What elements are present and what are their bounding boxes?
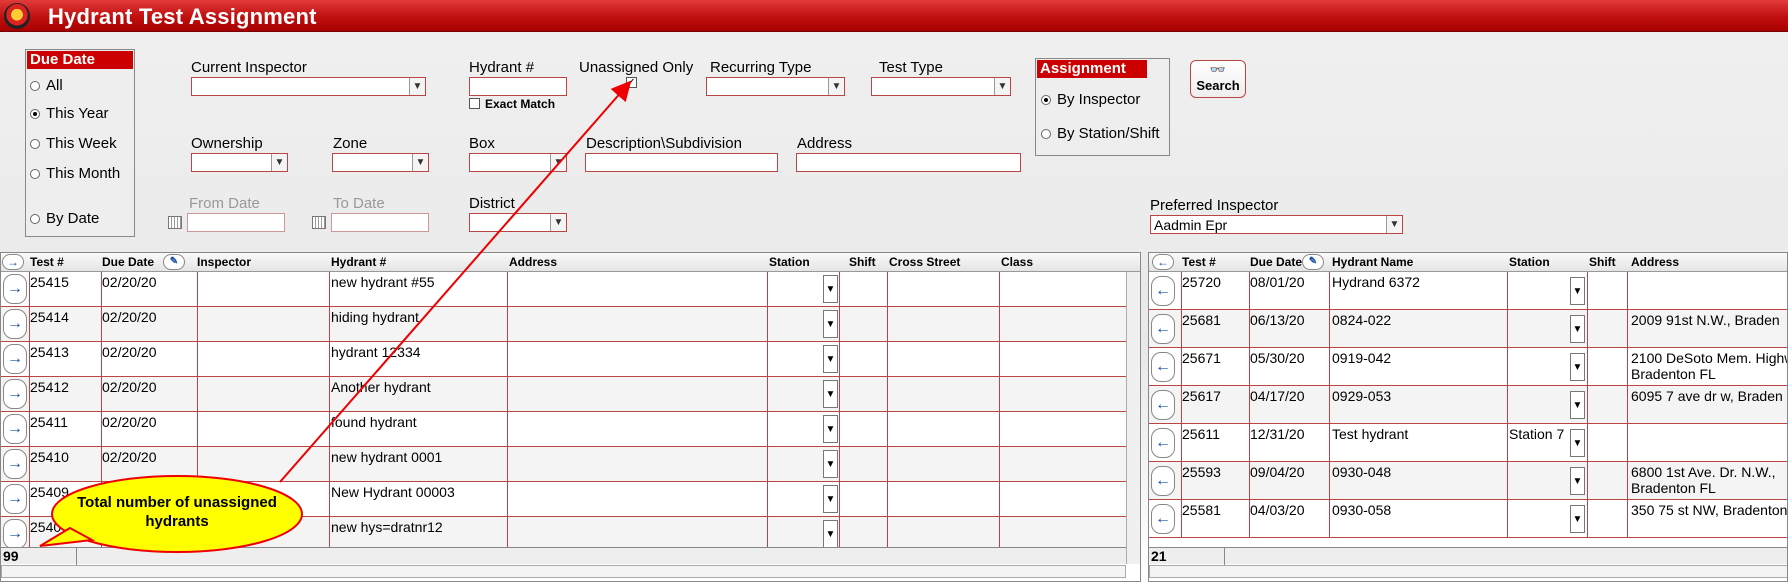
app-window: Hydrant Test Assignment Due Date All Thi… — [0, 0, 1788, 585]
annotation-arrow — [279, 80, 632, 483]
annotation-callout: Total number of unassigned hydrants — [52, 475, 302, 555]
annotation-text: Total number of unassigned hydrants — [77, 494, 277, 530]
